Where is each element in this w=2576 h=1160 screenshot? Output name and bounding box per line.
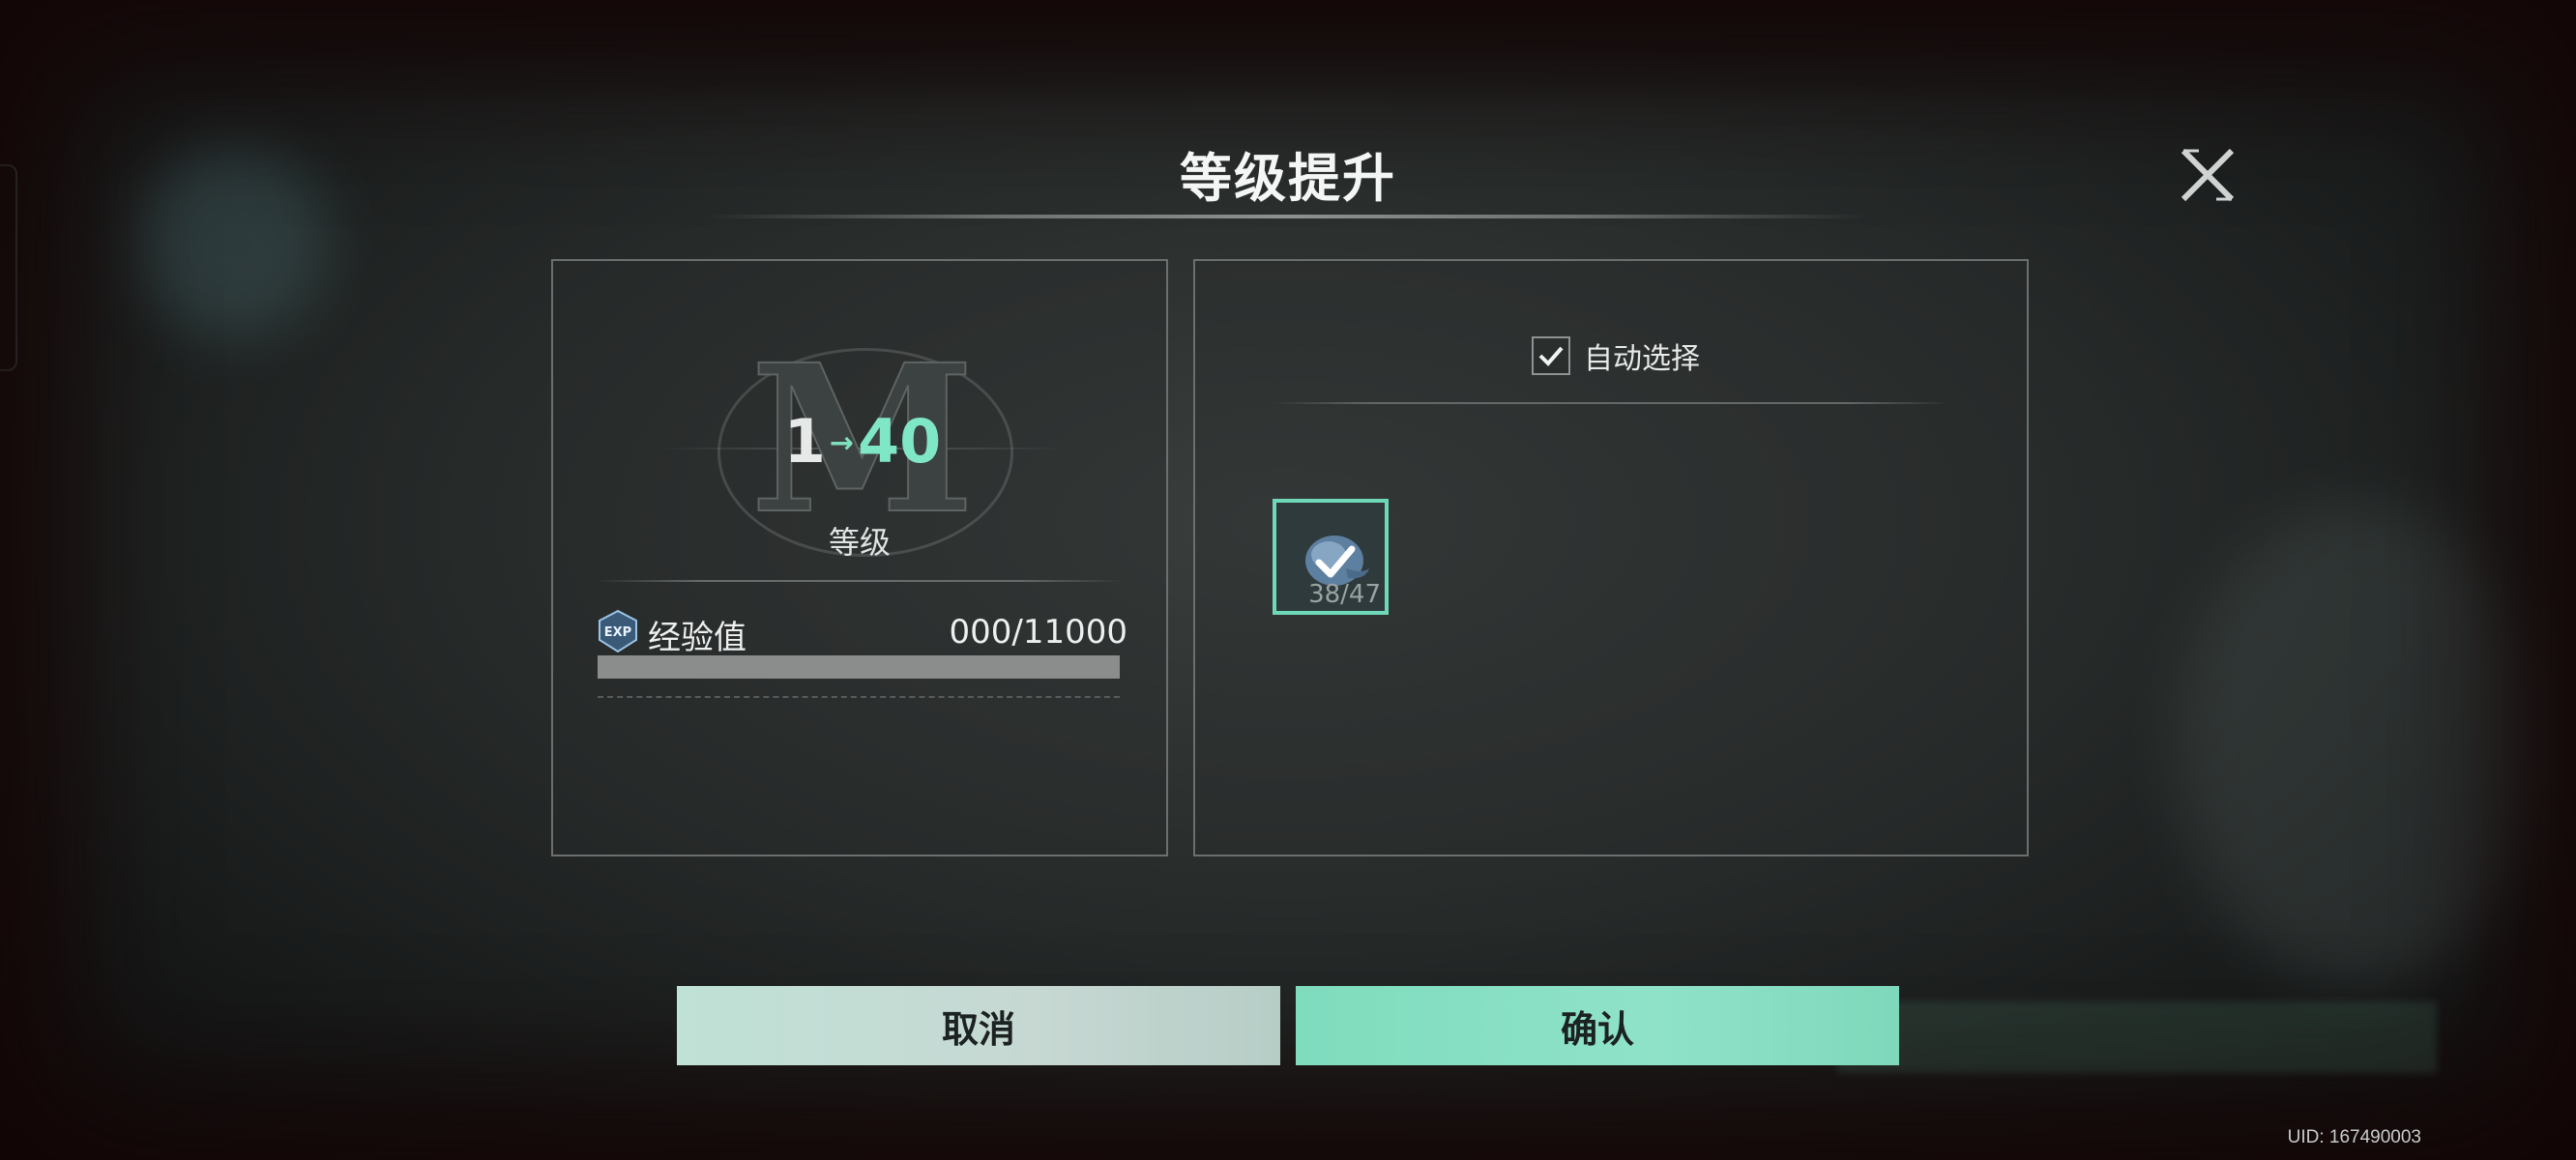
level-arrow-icon: → (829, 426, 854, 460)
check-icon (1538, 346, 1564, 366)
exp-value: 000/11000 (949, 613, 1127, 652)
uid-label: UID: 167490003 (2287, 1127, 2421, 1147)
auto-select-toggle[interactable]: 自动选择 (1532, 334, 1700, 377)
cancel-button-label: 取消 (941, 1007, 1015, 1051)
divider (1273, 402, 1949, 404)
confirm-button-label: 确认 (1560, 1007, 1634, 1051)
title-divider (706, 215, 1866, 218)
level-change: 1 →40 (717, 406, 1008, 477)
dashed-divider (598, 696, 1120, 698)
auto-select-checkbox[interactable] (1532, 336, 1570, 375)
material-item-slot[interactable]: 38/47 (1273, 499, 1389, 615)
confirm-button[interactable]: 确认 (1296, 986, 1899, 1065)
item-count: 38/47 (1308, 580, 1381, 609)
auto-select-label: 自动选择 (1584, 342, 1700, 376)
cancel-button[interactable]: 取消 (677, 986, 1280, 1065)
level-panel: M 1 →40 等级 EXP 经验值 000/11000 (551, 259, 1168, 856)
exp-progress-bar (598, 655, 1120, 679)
level-from: 1 (783, 406, 826, 477)
background-button-ghost (1837, 1001, 2437, 1073)
exp-label: 经验值 (648, 619, 746, 657)
level-label: 等级 (828, 524, 891, 561)
material-panel: 自动选择 38/47 (1193, 259, 2029, 856)
divider (596, 580, 1124, 582)
exp-progress-fill (598, 655, 1120, 679)
close-icon (2181, 148, 2235, 202)
close-button[interactable] (2178, 145, 2238, 205)
background-blur (2176, 503, 2543, 986)
background-top-strip (0, 0, 2576, 106)
svg-text:EXP: EXP (604, 625, 631, 640)
exp-badge-icon: EXP (599, 609, 637, 653)
level-to: 40 (858, 406, 942, 477)
